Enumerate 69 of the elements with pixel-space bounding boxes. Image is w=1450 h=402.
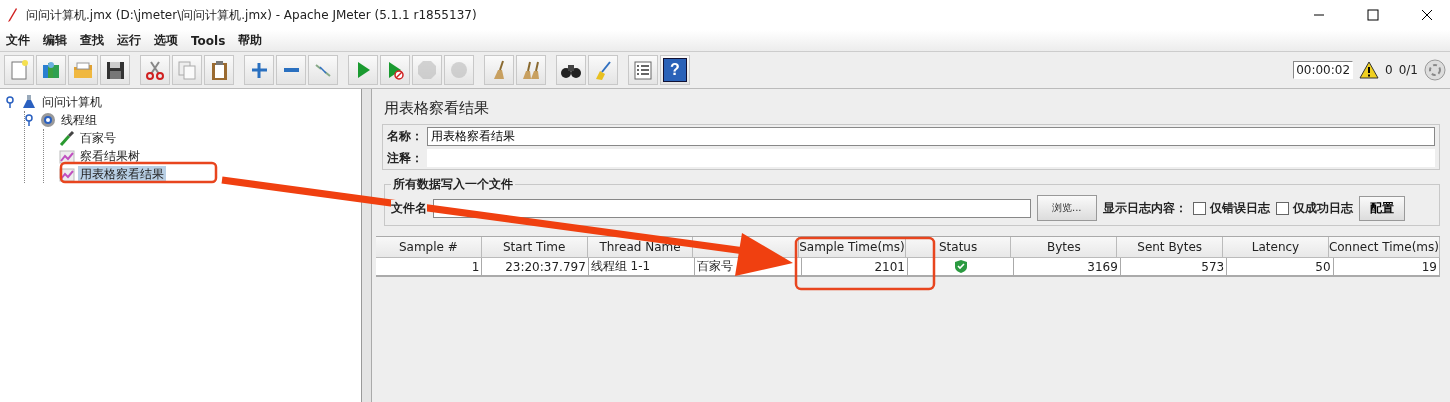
menu-item[interactable]: 编辑: [43, 32, 67, 49]
column-header[interactable]: Sent Bytes: [1117, 237, 1224, 258]
copy-icon: [176, 59, 198, 81]
window-title: 问问计算机.jmx (D:\jmeter\问问计算机.jmx) - Apache JMeter (5.1.1 r1855137): [26, 6, 478, 24]
gear-icon: [40, 112, 56, 128]
minimize-icon: [1313, 14, 1325, 16]
table-cell: 3169: [1014, 258, 1121, 276]
checkbox[interactable]: [1275, 201, 1289, 215]
column-header[interactable]: Connect Time(ms): [1328, 237, 1440, 258]
feather-icon: [6, 7, 18, 23]
thread-count: 0/1: [1398, 63, 1418, 77]
browse-button[interactable]: 浏览...: [1037, 195, 1097, 221]
tree-item[interactable]: 线程组: [59, 111, 99, 129]
floppy-icon: [104, 59, 126, 81]
close-icon: [1421, 9, 1433, 21]
flask-icon: [21, 94, 37, 110]
field-label: 注释：: [387, 149, 423, 167]
chart-icon: [59, 148, 75, 164]
menu-item[interactable]: 帮助: [238, 32, 263, 49]
menu-item[interactable]: 文件: [6, 32, 30, 49]
menu-item[interactable]: Tools: [191, 33, 226, 48]
table-cell: 23:20:37.797: [482, 258, 589, 276]
page-icon: [8, 59, 30, 81]
minus-icon: [283, 68, 299, 72]
menu-item[interactable]: 选项: [154, 32, 178, 49]
error-count: 0: [1385, 63, 1393, 77]
column-header[interactable]: Sample #: [376, 237, 482, 258]
splitter[interactable]: [362, 89, 372, 402]
scissors-icon: [144, 59, 166, 81]
tree-item[interactable]: 百家号: [78, 129, 118, 147]
maximize-icon: [1367, 9, 1379, 21]
column-header[interactable]: Start Time: [481, 237, 588, 258]
field-label: 名称：: [387, 128, 423, 145]
name-field[interactable]: 用表格察看结果: [427, 127, 1435, 146]
column-header[interactable]: Sample Time(ms): [799, 237, 906, 258]
table-cell: 1: [376, 258, 483, 276]
column-header[interactable]: Status: [905, 237, 1012, 258]
stop-icon: [416, 59, 438, 81]
table-cell: 2101: [801, 258, 908, 276]
pipette-icon: [59, 130, 75, 146]
list-icon: [632, 59, 654, 81]
table-cell: 50: [1227, 258, 1334, 276]
status-indicator-icon: [1424, 59, 1446, 81]
checkbox[interactable]: [1192, 201, 1206, 215]
checkbox-label[interactable]: 仅成功日志: [1292, 199, 1353, 217]
config-button[interactable]: 配置: [1358, 195, 1405, 221]
shutdown-icon: [448, 59, 470, 81]
tree-item[interactable]: 问问计算机: [40, 93, 104, 111]
toolbar-button[interactable]: [556, 55, 586, 85]
panel-title: 用表格察看结果: [383, 98, 490, 119]
menu-item[interactable]: 运行: [117, 32, 141, 49]
books-icon: [40, 59, 62, 81]
menu-item[interactable]: 查找: [80, 32, 104, 49]
filename-field[interactable]: [433, 198, 1031, 218]
field-label: 显示日志内容：: [1102, 199, 1187, 217]
column-header[interactable]: Latency: [1223, 237, 1329, 258]
column-header[interactable]: Bytes: [1011, 237, 1118, 258]
warning-icon[interactable]: [1359, 61, 1380, 79]
tree-item[interactable]: 察看结果树: [78, 147, 142, 165]
checkbox-label[interactable]: 仅错误日志: [1209, 199, 1270, 217]
table-cell: 19: [1333, 258, 1440, 276]
table-cell: 573: [1120, 258, 1228, 276]
elapsed-time: 00:00:02: [1293, 61, 1354, 79]
brooms-icon: [520, 59, 542, 81]
folder-icon: [72, 59, 94, 81]
toolbar-button[interactable]: [100, 55, 130, 85]
table-cell: 线程组 1-1: [588, 258, 696, 276]
group-title: 所有数据写入一个文件: [392, 176, 514, 193]
field-label: 文件名: [391, 199, 427, 217]
